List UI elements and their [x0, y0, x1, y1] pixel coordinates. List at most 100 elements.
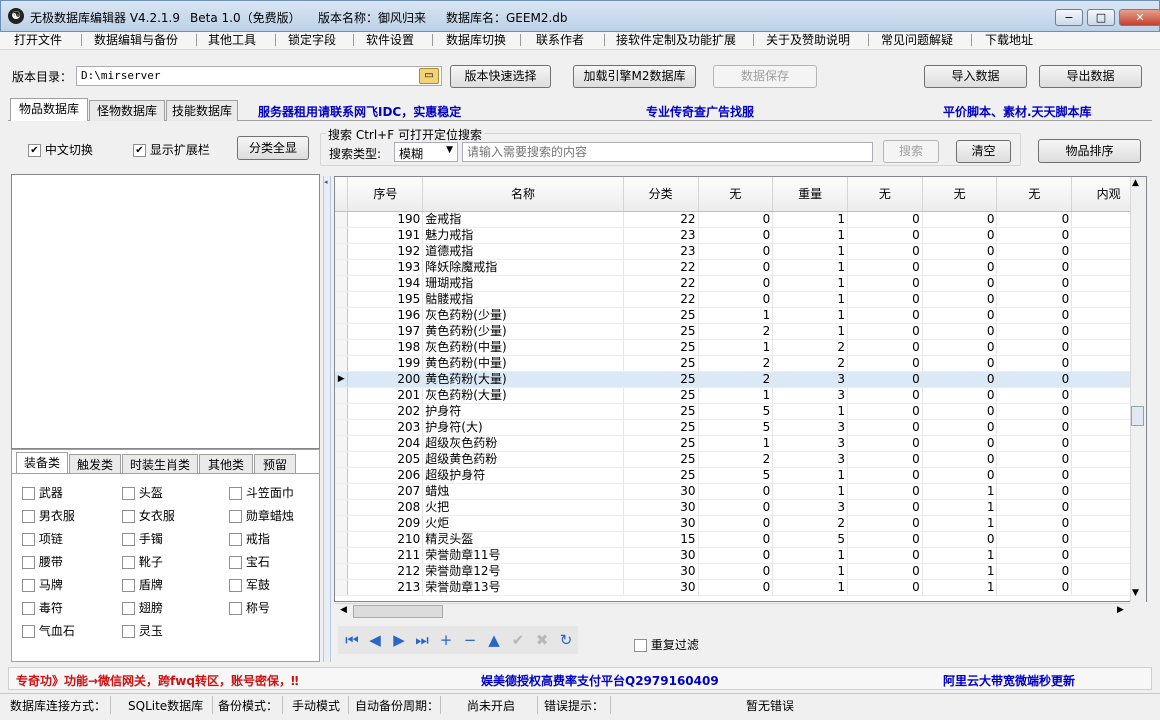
table-cell[interactable]: 3 [772, 387, 849, 404]
row-indicator[interactable] [335, 515, 349, 532]
table-cell[interactable]: 0 [847, 355, 923, 372]
table-row[interactable]: 212荣誉勋章12号30010103 [335, 563, 1146, 580]
table-cell[interactable]: 30 [623, 483, 699, 500]
table-cell[interactable]: 0 [996, 547, 1073, 564]
grid-vscroll[interactable] [1130, 177, 1146, 602]
table-row[interactable]: 192道德戒指23010001 [335, 243, 1146, 260]
checkbox-empty-icon[interactable] [122, 625, 135, 638]
table-cell[interactable]: 3 [772, 451, 849, 468]
row-indicator[interactable] [335, 211, 349, 228]
row-indicator[interactable] [335, 259, 349, 276]
category-checkbox[interactable]: 女衣服 [122, 507, 175, 524]
row-indicator[interactable] [335, 579, 349, 596]
grid-vscroll-thumb[interactable] [1131, 406, 1144, 426]
refresh-icon[interactable]: ↻ [557, 631, 575, 649]
menu-item-2[interactable]: 其他工具 [208, 32, 256, 49]
table-cell[interactable]: 0 [922, 355, 998, 372]
chevron-down-icon[interactable]: ▼ [446, 145, 453, 155]
table-cell[interactable]: 0 [847, 419, 923, 436]
table-cell[interactable]: 2 [772, 515, 849, 532]
table-cell[interactable]: 1 [772, 483, 849, 500]
table-cell[interactable]: 0 [847, 547, 923, 564]
table-cell[interactable]: 5 [698, 419, 774, 436]
table-cell[interactable]: 超级护身符 [422, 467, 624, 484]
search-button[interactable]: 搜索 [883, 140, 939, 163]
checkbox-empty-icon[interactable] [22, 602, 35, 615]
table-cell[interactable]: 0 [996, 435, 1073, 452]
ad-payment[interactable]: 娱美德授权高费率支付平台Q2979160409 [481, 672, 719, 689]
table-cell[interactable]: 1 [772, 243, 849, 260]
table-row[interactable]: ▶200黄色药粉(大量)25230002 [335, 371, 1146, 388]
load-engine-button[interactable]: 加载引擎M2数据库 [573, 65, 696, 88]
table-cell[interactable]: 1 [698, 387, 774, 404]
search-input[interactable] [462, 142, 873, 162]
table-cell[interactable]: 0 [922, 451, 998, 468]
table-cell[interactable]: 3 [772, 371, 849, 388]
checkbox-empty-icon[interactable] [22, 556, 35, 569]
table-cell[interactable]: 3 [772, 419, 849, 436]
tab-trigger[interactable]: 触发类 [69, 454, 121, 473]
table-cell[interactable]: 0 [847, 531, 923, 548]
table-cell[interactable]: 0 [996, 563, 1073, 580]
category-checkbox[interactable]: 宝石 [229, 553, 270, 570]
table-cell[interactable]: 0 [847, 259, 923, 276]
table-row[interactable]: 209火炬30020101 [335, 515, 1146, 532]
table-cell[interactable]: 0 [698, 227, 774, 244]
row-indicator[interactable] [335, 227, 349, 244]
post-record-icon[interactable]: ✔ [509, 631, 527, 649]
table-cell[interactable]: 2 [698, 451, 774, 468]
table-cell[interactable]: 0 [996, 467, 1073, 484]
collapse-left-icon[interactable]: ◂ [324, 178, 328, 186]
table-cell[interactable]: 25 [623, 467, 699, 484]
category-checkbox[interactable]: 气血石 [22, 622, 75, 639]
scroll-right-icon[interactable]: ▶ [1117, 605, 1124, 615]
minimize-icon[interactable]: − [1055, 9, 1083, 26]
menu-item-10[interactable]: 下载地址 [985, 32, 1033, 49]
table-cell[interactable]: 0 [698, 563, 774, 580]
search-type-select[interactable]: 模糊 ▼ [394, 142, 458, 162]
table-row[interactable]: 205超级黄色药粉25230002 [335, 451, 1146, 468]
table-cell[interactable]: 2 [698, 355, 774, 372]
show-ext-checkbox[interactable]: ✔ 显示扩展栏 [133, 141, 210, 158]
table-cell[interactable]: 0 [698, 211, 774, 228]
table-cell[interactable]: 22 [623, 211, 699, 228]
table-cell[interactable]: 1 [772, 275, 849, 292]
table-cell[interactable]: 22 [623, 275, 699, 292]
table-cell[interactable]: 30 [623, 515, 699, 532]
prev-record-icon[interactable]: ◀ [366, 631, 384, 649]
table-cell[interactable]: 0 [922, 435, 998, 452]
table-cell[interactable]: 1 [772, 547, 849, 564]
table-cell[interactable]: 0 [922, 291, 998, 308]
table-cell[interactable]: 黄色药粉(大量) [422, 371, 624, 388]
table-row[interactable]: 213荣誉勋章13号30010103 [335, 579, 1146, 596]
checkbox-checked-icon[interactable]: ✔ [28, 144, 41, 157]
table-cell[interactable]: 荣誉勋章11号 [422, 547, 624, 564]
table-cell[interactable]: 火把 [422, 499, 624, 516]
table-cell[interactable]: 0 [922, 243, 998, 260]
table-cell[interactable]: 25 [623, 451, 699, 468]
table-cell[interactable]: 25 [623, 355, 699, 372]
checkbox-empty-icon[interactable] [122, 533, 135, 546]
table-cell[interactable]: 0 [922, 467, 998, 484]
menu-item-4[interactable]: 软件设置 [366, 32, 414, 49]
table-cell[interactable]: 1 [922, 579, 998, 596]
table-row[interactable]: 197黄色药粉(少量)25210002 [335, 323, 1146, 340]
checkbox-empty-icon[interactable] [229, 602, 242, 615]
table-cell[interactable]: 0 [847, 483, 923, 500]
tab-reserved[interactable]: 预留 [254, 454, 296, 473]
next-record-icon[interactable]: ▶ [390, 631, 408, 649]
ad-aliyun[interactable]: 阿里云大带宽微端秒更新 [943, 672, 1075, 689]
table-cell[interactable]: 202 [347, 403, 424, 420]
category-checkbox[interactable]: 军鼓 [229, 576, 270, 593]
table-cell[interactable]: 蜡烛 [422, 483, 624, 500]
row-indicator[interactable] [335, 419, 349, 436]
table-cell[interactable]: 火炬 [422, 515, 624, 532]
scroll-down-icon[interactable]: ▼ [1132, 588, 1139, 598]
table-cell[interactable]: 0 [996, 579, 1073, 596]
show-all-button[interactable]: 分类全显 [237, 136, 309, 160]
table-cell[interactable]: 0 [847, 387, 923, 404]
checkbox-checked-icon[interactable]: ✔ [133, 144, 146, 157]
row-indicator[interactable] [335, 563, 349, 580]
table-cell[interactable]: 198 [347, 339, 424, 356]
table-row[interactable]: 208火把30030101 [335, 499, 1146, 516]
